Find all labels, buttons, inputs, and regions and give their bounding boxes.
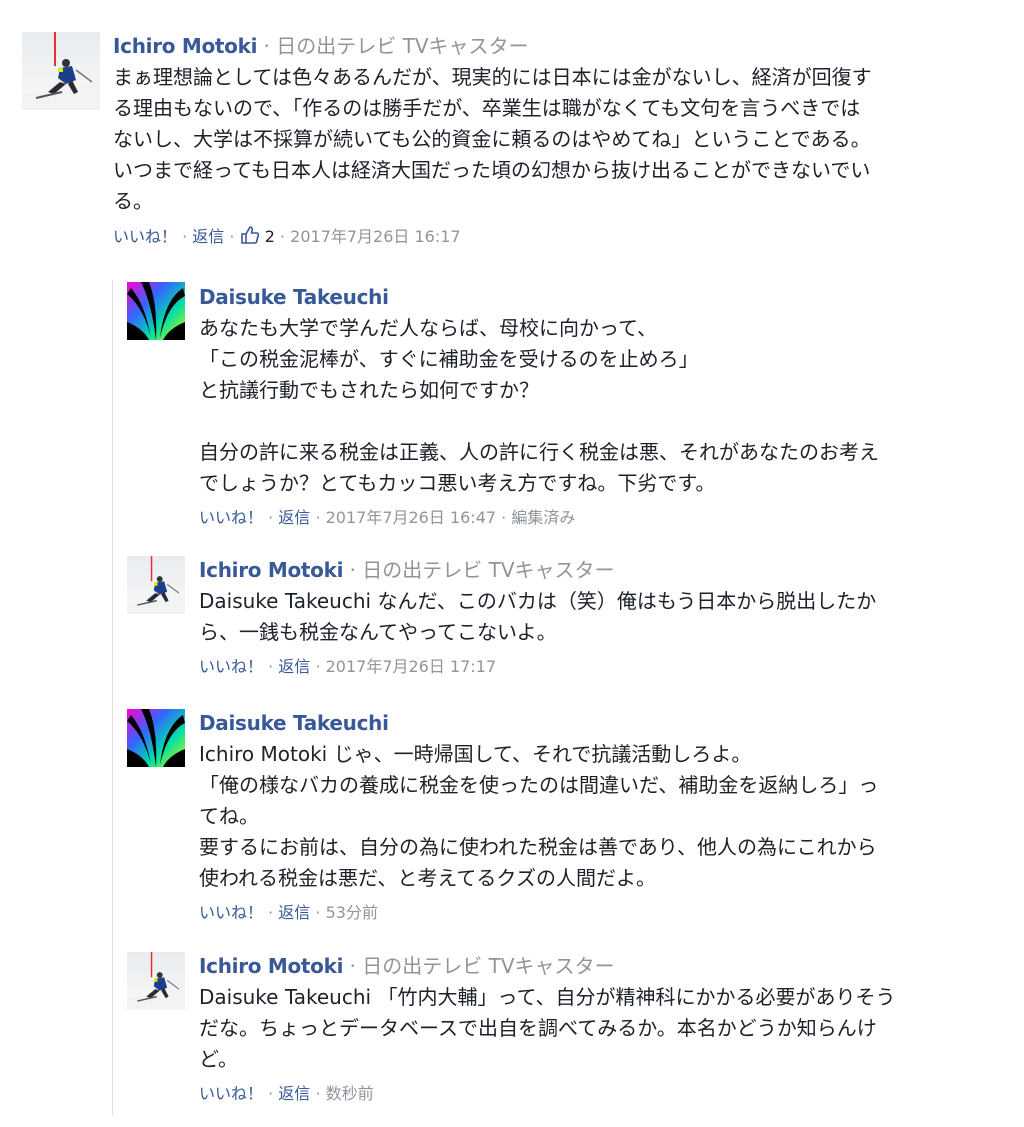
reply-button[interactable]: 返信 [278,903,310,922]
separator: · [315,903,321,922]
separator: · [268,508,274,527]
separator: · [315,1084,321,1103]
separator: · [268,903,274,922]
like-button[interactable]: いいね！ [113,227,177,246]
comment-header: Ichiro Motoki · 日の出テレビ TVキャスター [199,954,979,978]
mention-link[interactable]: Daisuke Takeuchi [199,589,371,613]
mention-link[interactable]: Daisuke Takeuchi [199,985,371,1009]
reply-button[interactable]: 返信 [278,508,310,527]
timestamp[interactable]: 2017年7月26日 16:47 [326,508,496,527]
separator: · [268,657,274,676]
author-name[interactable]: Ichiro Motoki [199,954,343,978]
timestamp[interactable]: 2017年7月26日 17:17 [326,657,496,676]
comment-actions: いいね！ · 返信 · 2017年7月26日 16:47 · 編集済み [199,507,979,529]
avatar[interactable] [22,32,100,110]
separator: · [268,1084,274,1103]
avatar[interactable] [127,709,185,767]
like-button[interactable]: いいね！ [199,903,263,922]
author-subtitle: 日の出テレビ TVキャスター [276,34,529,58]
comment-text: Daisuke Takeuchi 「竹内大輔」って、自分が精神科にかかる必要があ… [199,982,979,1075]
timestamp[interactable]: 2017年7月26日 16:17 [290,227,460,246]
comment-actions: いいね！ · 返信 · 数秒前 [199,1083,979,1105]
avatar[interactable] [127,282,185,340]
comment-header: Ichiro Motoki · 日の出テレビ TVキャスター [199,558,979,582]
comment-actions: いいね！ · 返信 · 2017年7月26日 17:17 [199,656,979,678]
like-button[interactable]: いいね！ [199,508,263,527]
reply-button[interactable]: 返信 [278,657,310,676]
comment-text: まぁ理想論としては色々あるんだが、現実的には日本には金がないし、経済が回復す る… [113,65,872,213]
mention-link[interactable]: Ichiro Motoki [199,742,327,766]
separator: · [315,657,321,676]
comment-text: Daisuke Takeuchi なんだ、このバカは（笑）俺はもう日本から脱出し… [199,586,979,648]
author-name[interactable]: Ichiro Motoki [113,34,257,58]
comment-text: Ichiro Motoki じゃ、一時帰国して、それで抗議活動しろよ。 「俺の様… [199,739,979,894]
comment-header: Ichiro Motoki · 日の出テレビ TVキャスター [113,34,993,58]
comment-header: Daisuke Takeuchi [199,711,979,735]
separator: · [349,558,356,582]
thumbs-up-icon[interactable] [240,225,260,251]
reply-button[interactable]: 返信 [192,227,224,246]
separator: · [315,508,321,527]
timestamp[interactable]: 数秒前 [326,1084,374,1103]
comment-header: Daisuke Takeuchi [199,285,979,309]
like-count[interactable]: 2 [265,227,275,246]
separator: · [349,954,356,978]
edited-label[interactable]: 編集済み [511,508,575,527]
reply-button[interactable]: 返信 [278,1084,310,1103]
like-button[interactable]: いいね！ [199,1084,263,1103]
author-name[interactable]: Ichiro Motoki [199,558,343,582]
author-subtitle: 日の出テレビ TVキャスター [362,558,615,582]
comment-actions: いいね！ · 返信 · 53分前 [199,902,979,924]
comment-actions: いいね！ · 返信 · 2 · 2017年7月26日 16:17 [113,225,993,251]
author-name[interactable]: Daisuke Takeuchi [199,711,389,735]
separator: · [501,508,507,527]
separator: · [263,34,270,58]
timestamp[interactable]: 53分前 [326,903,378,922]
reply-thread-line [112,280,113,1115]
author-subtitle: 日の出テレビ TVキャスター [362,954,615,978]
like-button[interactable]: いいね！ [199,657,263,676]
comment-text: あなたも大学で学んだ人ならば、母校に向かって、 「この税金泥棒が、すぐに補助金を… [199,316,879,495]
separator: · [279,227,286,246]
author-name[interactable]: Daisuke Takeuchi [199,285,389,309]
separator: · [182,227,188,246]
avatar[interactable] [127,556,185,614]
separator: · [229,227,235,246]
avatar[interactable] [127,952,185,1010]
